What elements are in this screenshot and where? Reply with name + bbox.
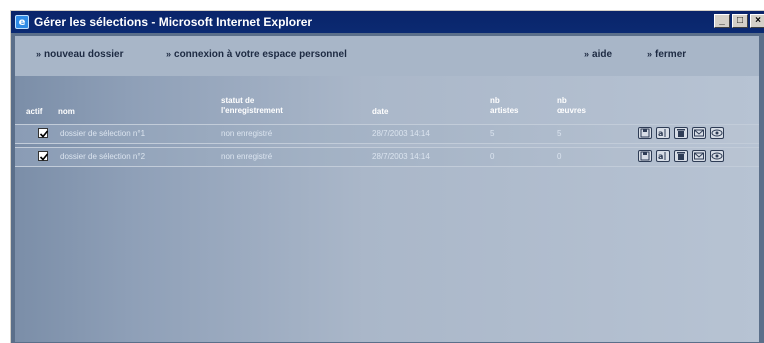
help-label: aide — [592, 49, 613, 60]
login-label: connexion à votre espace personnel — [174, 49, 347, 60]
view-icon[interactable] — [710, 150, 724, 162]
row-date: 28/7/2003 14:14 — [372, 152, 430, 161]
help-link[interactable]: » aide — [584, 49, 612, 60]
checkmark-icon — [39, 153, 49, 161]
row-status: non enregistré — [221, 152, 273, 161]
arrow-icon: » — [584, 49, 590, 59]
column-header-date: date — [372, 107, 389, 116]
browser-window: e Gérer les sélections - Microsoft Inter… — [10, 10, 764, 343]
row-name[interactable]: dossier de sélection n°1 — [60, 129, 145, 138]
svg-text:a: a — [658, 152, 663, 161]
column-header-artistes-line1: nb — [490, 96, 500, 105]
rename-icon[interactable]: a — [656, 127, 670, 139]
window-controls: _ □ × — [714, 14, 764, 28]
window-title: Gérer les sélections - Microsoft Interne… — [34, 15, 313, 29]
checkmark-icon — [39, 130, 49, 138]
column-header-nom: nom — [58, 107, 75, 116]
close-link[interactable]: » fermer — [647, 49, 686, 60]
arrow-icon: » — [166, 49, 172, 59]
maximize-button[interactable]: □ — [732, 14, 748, 28]
row-date: 28/7/2003 14:14 — [372, 129, 430, 138]
arrow-icon: » — [36, 49, 42, 59]
row-status: non enregistré — [221, 129, 273, 138]
svg-text:a: a — [658, 129, 663, 138]
column-header-statut: statut de l'enregistrement — [221, 96, 283, 116]
rename-icon[interactable]: a — [656, 150, 670, 162]
email-icon[interactable] — [692, 150, 706, 162]
save-icon[interactable] — [638, 150, 652, 162]
row-works-count: 0 — [557, 152, 562, 161]
column-header-statut-line2: l'enregistrement — [221, 106, 283, 115]
row-artists-count: 5 — [490, 129, 495, 138]
view-icon[interactable] — [710, 127, 724, 139]
arrow-icon: » — [647, 49, 653, 59]
email-icon[interactable] — [692, 127, 706, 139]
title-bar: e Gérer les sélections - Microsoft Inter… — [11, 11, 764, 33]
table-row: dossier de sélection n°2 non enregistré … — [15, 147, 759, 167]
column-header-oeuvres-line2: œuvres — [557, 106, 586, 115]
save-icon[interactable] — [638, 127, 652, 139]
column-header-artistes-line2: artistes — [490, 106, 519, 115]
row-actions: a — [638, 127, 724, 139]
table-row: dossier de sélection n°1 non enregistré … — [15, 124, 759, 144]
new-folder-link[interactable]: » nouveau dossier — [36, 49, 123, 60]
active-checkbox[interactable] — [38, 151, 49, 161]
close-label: fermer — [655, 49, 687, 60]
column-header-actif: actif — [26, 107, 43, 116]
row-actions: a — [638, 150, 724, 162]
column-header-artistes: nb artistes — [490, 96, 518, 116]
selection-table: actif nom statut de l'enregistrement dat… — [15, 76, 759, 342]
active-checkbox[interactable] — [38, 128, 49, 138]
column-header-statut-line1: statut de — [221, 96, 255, 105]
delete-icon[interactable] — [674, 150, 688, 162]
close-window-button[interactable]: × — [750, 14, 764, 28]
row-artists-count: 0 — [490, 152, 495, 161]
top-navigation: » nouveau dossier » connexion à votre espa… — [15, 36, 759, 76]
page-content: » nouveau dossier » connexion à votre espa… — [15, 36, 759, 342]
delete-icon[interactable] — [674, 127, 688, 139]
row-works-count: 5 — [557, 129, 562, 138]
internet-explorer-icon: e — [15, 15, 29, 29]
new-folder-label: nouveau dossier — [44, 49, 124, 60]
column-header-oeuvres: nb œuvres — [557, 96, 586, 116]
login-link[interactable]: » connexion à votre espace personnel — [166, 49, 347, 60]
column-header-oeuvres-line1: nb — [557, 96, 567, 105]
minimize-button[interactable]: _ — [714, 14, 730, 28]
row-name[interactable]: dossier de sélection n°2 — [60, 152, 145, 161]
